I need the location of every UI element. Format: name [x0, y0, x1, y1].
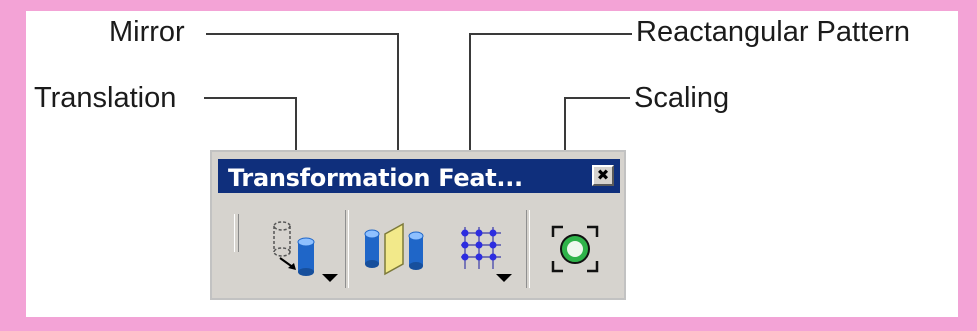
translation-callout: Translation [34, 82, 177, 114]
mirror-callout: Mirror [109, 16, 185, 48]
mirror-icon [364, 222, 424, 276]
rectangular-pattern-callout: Reactangular Pattern [636, 16, 911, 48]
toolbar-title: Transformation Feat... [228, 164, 523, 192]
toolbar-grip-handle[interactable] [234, 214, 239, 252]
mirror-button[interactable] [354, 210, 436, 288]
toolbar-titlebar[interactable]: Transformation Feat... ✖ [218, 159, 620, 193]
close-icon: ✖ [596, 167, 610, 184]
translation-icon [273, 221, 315, 276]
translation-dropdown-arrow[interactable] [322, 274, 338, 282]
scaling-button[interactable] [534, 210, 616, 288]
toolbar-separator [345, 210, 349, 288]
rectangular-pattern-dropdown-arrow[interactable] [496, 274, 512, 282]
toolbar-separator [526, 210, 530, 288]
close-button[interactable]: ✖ [592, 165, 614, 186]
scaling-callout: Scaling [634, 82, 730, 114]
rectangular-pattern-button[interactable] [440, 210, 522, 288]
transformation-features-toolbar[interactable]: Transformation Feat... ✖ [210, 150, 626, 300]
rectangular-pattern-icon [461, 227, 501, 269]
scaling-icon [551, 225, 599, 273]
translation-button[interactable] [252, 210, 338, 288]
